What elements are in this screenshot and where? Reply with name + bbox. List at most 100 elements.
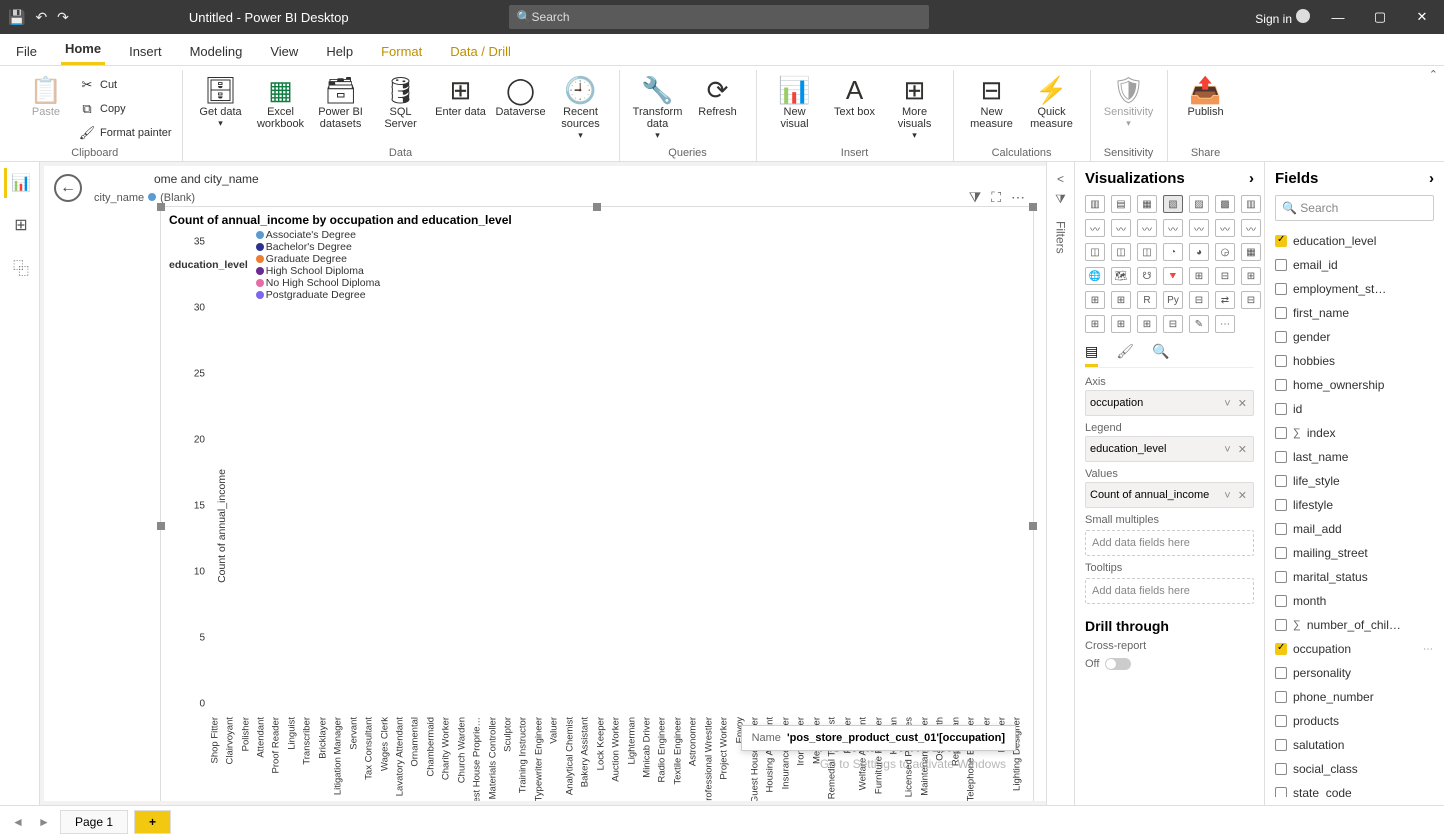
legend-well[interactable]: education_level˅ ✕: [1085, 436, 1254, 462]
viz-type-button[interactable]: ◔: [1163, 243, 1183, 261]
visual-filter-icon[interactable]: ⧩: [969, 189, 982, 206]
signin-button[interactable]: Sign in: [1255, 9, 1310, 26]
viz-type-button[interactable]: 〰: [1137, 219, 1157, 237]
paste-button[interactable]: 📋Paste: [18, 72, 74, 120]
checkbox-icon[interactable]: [1275, 595, 1287, 607]
field-item[interactable]: home_ownership: [1275, 373, 1434, 397]
viz-type-button[interactable]: ⊟: [1241, 291, 1261, 309]
field-item[interactable]: last_name: [1275, 445, 1434, 469]
collapse-fields-icon[interactable]: ›: [1429, 170, 1434, 187]
checkbox-icon[interactable]: [1275, 331, 1287, 343]
pbi-datasets-button[interactable]: 🗃Power BI datasets: [313, 72, 369, 132]
viz-type-button[interactable]: ⇄: [1215, 291, 1235, 309]
viz-type-button[interactable]: ◕: [1189, 243, 1209, 261]
field-item[interactable]: email_id: [1275, 253, 1434, 277]
viz-type-button[interactable]: ⊞: [1111, 291, 1131, 309]
viz-type-button[interactable]: ⊟: [1163, 315, 1183, 333]
values-well[interactable]: Count of annual_income˅ ✕: [1085, 482, 1254, 508]
field-item[interactable]: marital_status: [1275, 565, 1434, 589]
checkbox-icon[interactable]: [1275, 283, 1287, 295]
viz-type-button[interactable]: ◫: [1085, 243, 1105, 261]
checkbox-icon[interactable]: [1275, 307, 1287, 319]
enter-data-button[interactable]: ⊞Enter data: [433, 72, 489, 120]
checkbox-icon[interactable]: [1275, 691, 1287, 703]
next-page-button[interactable]: ►: [34, 815, 54, 829]
field-item[interactable]: ∑index: [1275, 421, 1434, 445]
collapse-ribbon-icon[interactable]: ⌃: [1429, 68, 1438, 81]
checkbox-icon[interactable]: [1275, 571, 1287, 583]
viz-type-button[interactable]: ⊞: [1111, 315, 1131, 333]
checkbox-icon[interactable]: [1275, 475, 1287, 487]
field-item[interactable]: life_style: [1275, 469, 1434, 493]
field-item[interactable]: hobbies: [1275, 349, 1434, 373]
field-item[interactable]: mail_add: [1275, 517, 1434, 541]
filters-pane-collapsed[interactable]: < ⧩ Filters: [1046, 162, 1074, 805]
tab-format[interactable]: Format: [377, 38, 426, 65]
data-view-button[interactable]: ⊞: [4, 210, 36, 240]
field-item[interactable]: products: [1275, 709, 1434, 733]
checkbox-icon[interactable]: [1275, 427, 1287, 439]
report-view-button[interactable]: 📊: [4, 168, 36, 198]
legend-item[interactable]: Bachelor's Degree: [256, 241, 380, 253]
checkbox-icon[interactable]: [1275, 787, 1287, 797]
checkbox-icon[interactable]: [1275, 451, 1287, 463]
get-data-button[interactable]: 🗄Get data▾: [193, 72, 249, 131]
prev-page-button[interactable]: ◄: [8, 815, 28, 829]
viz-type-button[interactable]: ▥: [1085, 195, 1105, 213]
viz-type-button[interactable]: ⊟: [1215, 267, 1235, 285]
page-tab[interactable]: Page 1: [60, 810, 128, 834]
checkbox-icon[interactable]: [1275, 259, 1287, 271]
viz-type-button[interactable]: 🌐: [1085, 267, 1105, 285]
checkbox-icon[interactable]: [1275, 499, 1287, 511]
viz-type-button[interactable]: ⊞: [1241, 267, 1261, 285]
recent-sources-button[interactable]: 🕘Recent sources▾: [553, 72, 609, 143]
legend-item[interactable]: Associate's Degree: [256, 229, 380, 241]
viz-type-button[interactable]: ☋: [1137, 267, 1157, 285]
field-item[interactable]: gender: [1275, 325, 1434, 349]
maximize-button[interactable]: ▢: [1366, 9, 1394, 25]
add-page-button[interactable]: +: [134, 810, 171, 834]
tooltips-well[interactable]: Add data fields here: [1085, 578, 1254, 604]
refresh-button[interactable]: ⟳Refresh: [690, 72, 746, 120]
tab-help[interactable]: Help: [322, 38, 357, 65]
viz-type-button[interactable]: 〰: [1215, 219, 1235, 237]
model-view-button[interactable]: ⿻: [4, 252, 36, 282]
small-multiples-well[interactable]: Add data fields here: [1085, 530, 1254, 556]
viz-type-button[interactable]: ⋯: [1215, 315, 1235, 333]
minimize-button[interactable]: —: [1324, 10, 1352, 25]
checkbox-icon[interactable]: [1275, 667, 1287, 679]
viz-type-button[interactable]: ✎: [1189, 315, 1209, 333]
viz-type-button[interactable]: 〰: [1189, 219, 1209, 237]
field-item[interactable]: education_level: [1275, 229, 1434, 253]
collapse-viz-icon[interactable]: ›: [1249, 170, 1254, 187]
viz-type-button[interactable]: ▨: [1189, 195, 1209, 213]
field-item[interactable]: salutation: [1275, 733, 1434, 757]
checkbox-icon[interactable]: [1275, 643, 1287, 655]
checkbox-icon[interactable]: [1275, 619, 1287, 631]
viz-type-button[interactable]: R: [1137, 291, 1157, 309]
viz-type-button[interactable]: ◫: [1111, 243, 1131, 261]
transform-data-button[interactable]: 🔧Transform data▾: [630, 72, 686, 143]
fields-search[interactable]: 🔍 Search: [1275, 195, 1434, 221]
viz-type-button[interactable]: ▤: [1111, 195, 1131, 213]
viz-type-button[interactable]: 〰: [1241, 219, 1261, 237]
quick-measure-button[interactable]: ⚡Quick measure: [1024, 72, 1080, 132]
field-item[interactable]: first_name: [1275, 301, 1434, 325]
excel-button[interactable]: ▦Excel workbook: [253, 72, 309, 132]
checkbox-icon[interactable]: [1275, 523, 1287, 535]
field-item[interactable]: lifestyle: [1275, 493, 1434, 517]
viz-type-button[interactable]: Py: [1163, 291, 1183, 309]
more-options-icon[interactable]: ⋯: [1011, 189, 1025, 206]
more-visuals-button[interactable]: ⊞More visuals▾: [887, 72, 943, 143]
report-canvas[interactable]: ← ome and city_name city_name(Blank) ⧩ ⛶…: [44, 166, 1046, 801]
cut-button[interactable]: ✂Cut: [78, 74, 172, 96]
checkbox-icon[interactable]: [1275, 739, 1287, 751]
cross-report-toggle[interactable]: [1105, 658, 1131, 670]
viz-type-button[interactable]: ⊞: [1085, 315, 1105, 333]
viz-type-button[interactable]: 〰: [1163, 219, 1183, 237]
field-item[interactable]: personality: [1275, 661, 1434, 685]
viz-type-button[interactable]: 〰: [1085, 219, 1105, 237]
field-item[interactable]: occupation⋯: [1275, 637, 1434, 661]
field-more-icon[interactable]: ⋯: [1423, 644, 1434, 655]
back-button[interactable]: ←: [54, 174, 82, 202]
